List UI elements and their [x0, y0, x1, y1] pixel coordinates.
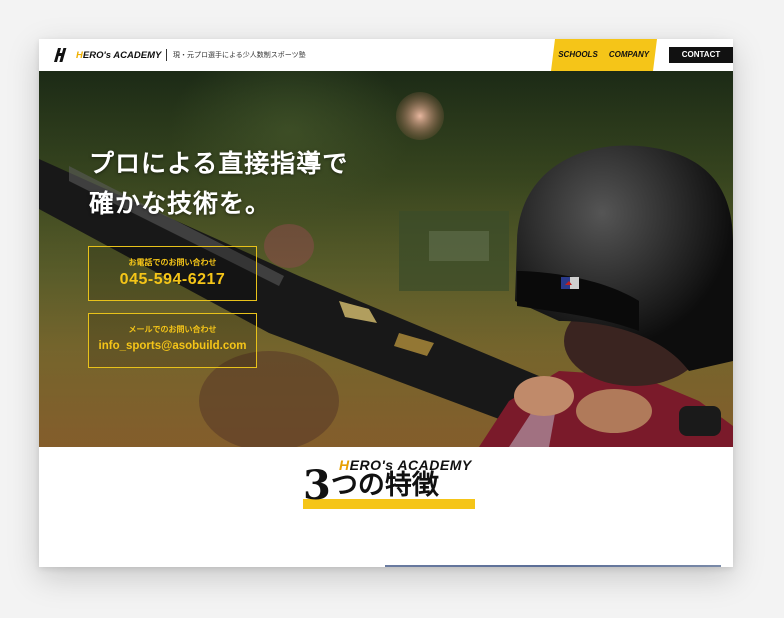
site-header: HERO's ACADEMY 現・元プロ選手による少人数制スポーツ塾 SCHOO… [39, 39, 733, 71]
hero-headline: プロによる直接指導で 確かな技術を。 [89, 144, 348, 224]
hero-academy-logo-icon[interactable] [52, 47, 68, 63]
nav-schools-link[interactable]: SCHOOLS [555, 39, 601, 71]
features-title: 3つの特徴 [303, 464, 439, 508]
mail-contact-label: メールでのお問い合わせ [128, 325, 217, 334]
browser-page: HERO's ACADEMY 現・元プロ選手による少人数制スポーツ塾 SCHOO… [39, 39, 733, 567]
header-divider [166, 49, 167, 61]
mail-address-link[interactable]: info_sports@asobuild.com [89, 340, 256, 352]
mail-contact-box[interactable]: メールでのお問い合わせ info_sports@asobuild.com [88, 313, 257, 368]
hero-section: プロによる直接指導で 確かな技術を。 お電話でのお問い合わせ 045-594-6… [39, 71, 733, 447]
features-image-strip [385, 565, 721, 567]
headline-line-2: 確かな技術を。 [89, 189, 272, 218]
features-section: HERO's ACADEMY 3つの特徴 [39, 447, 733, 567]
nav-contact-button[interactable]: CONTACT [669, 47, 733, 63]
features-title-text: つの特徴 [330, 470, 439, 501]
nav-company-link[interactable]: COMPANY [605, 39, 653, 71]
headline-line-1: プロによる直接指導で [89, 149, 349, 178]
phone-contact-label: お電話でのお問い合わせ [128, 258, 217, 267]
brand-name[interactable]: HERO's ACADEMY [76, 49, 161, 63]
site-tagline: 現・元プロ選手による少人数制スポーツ塾 [173, 52, 306, 59]
phone-number-link[interactable]: 045-594-6217 [89, 271, 256, 289]
features-title-number: 3 [303, 462, 331, 509]
phone-contact-box[interactable]: お電話でのお問い合わせ 045-594-6217 [88, 246, 257, 301]
